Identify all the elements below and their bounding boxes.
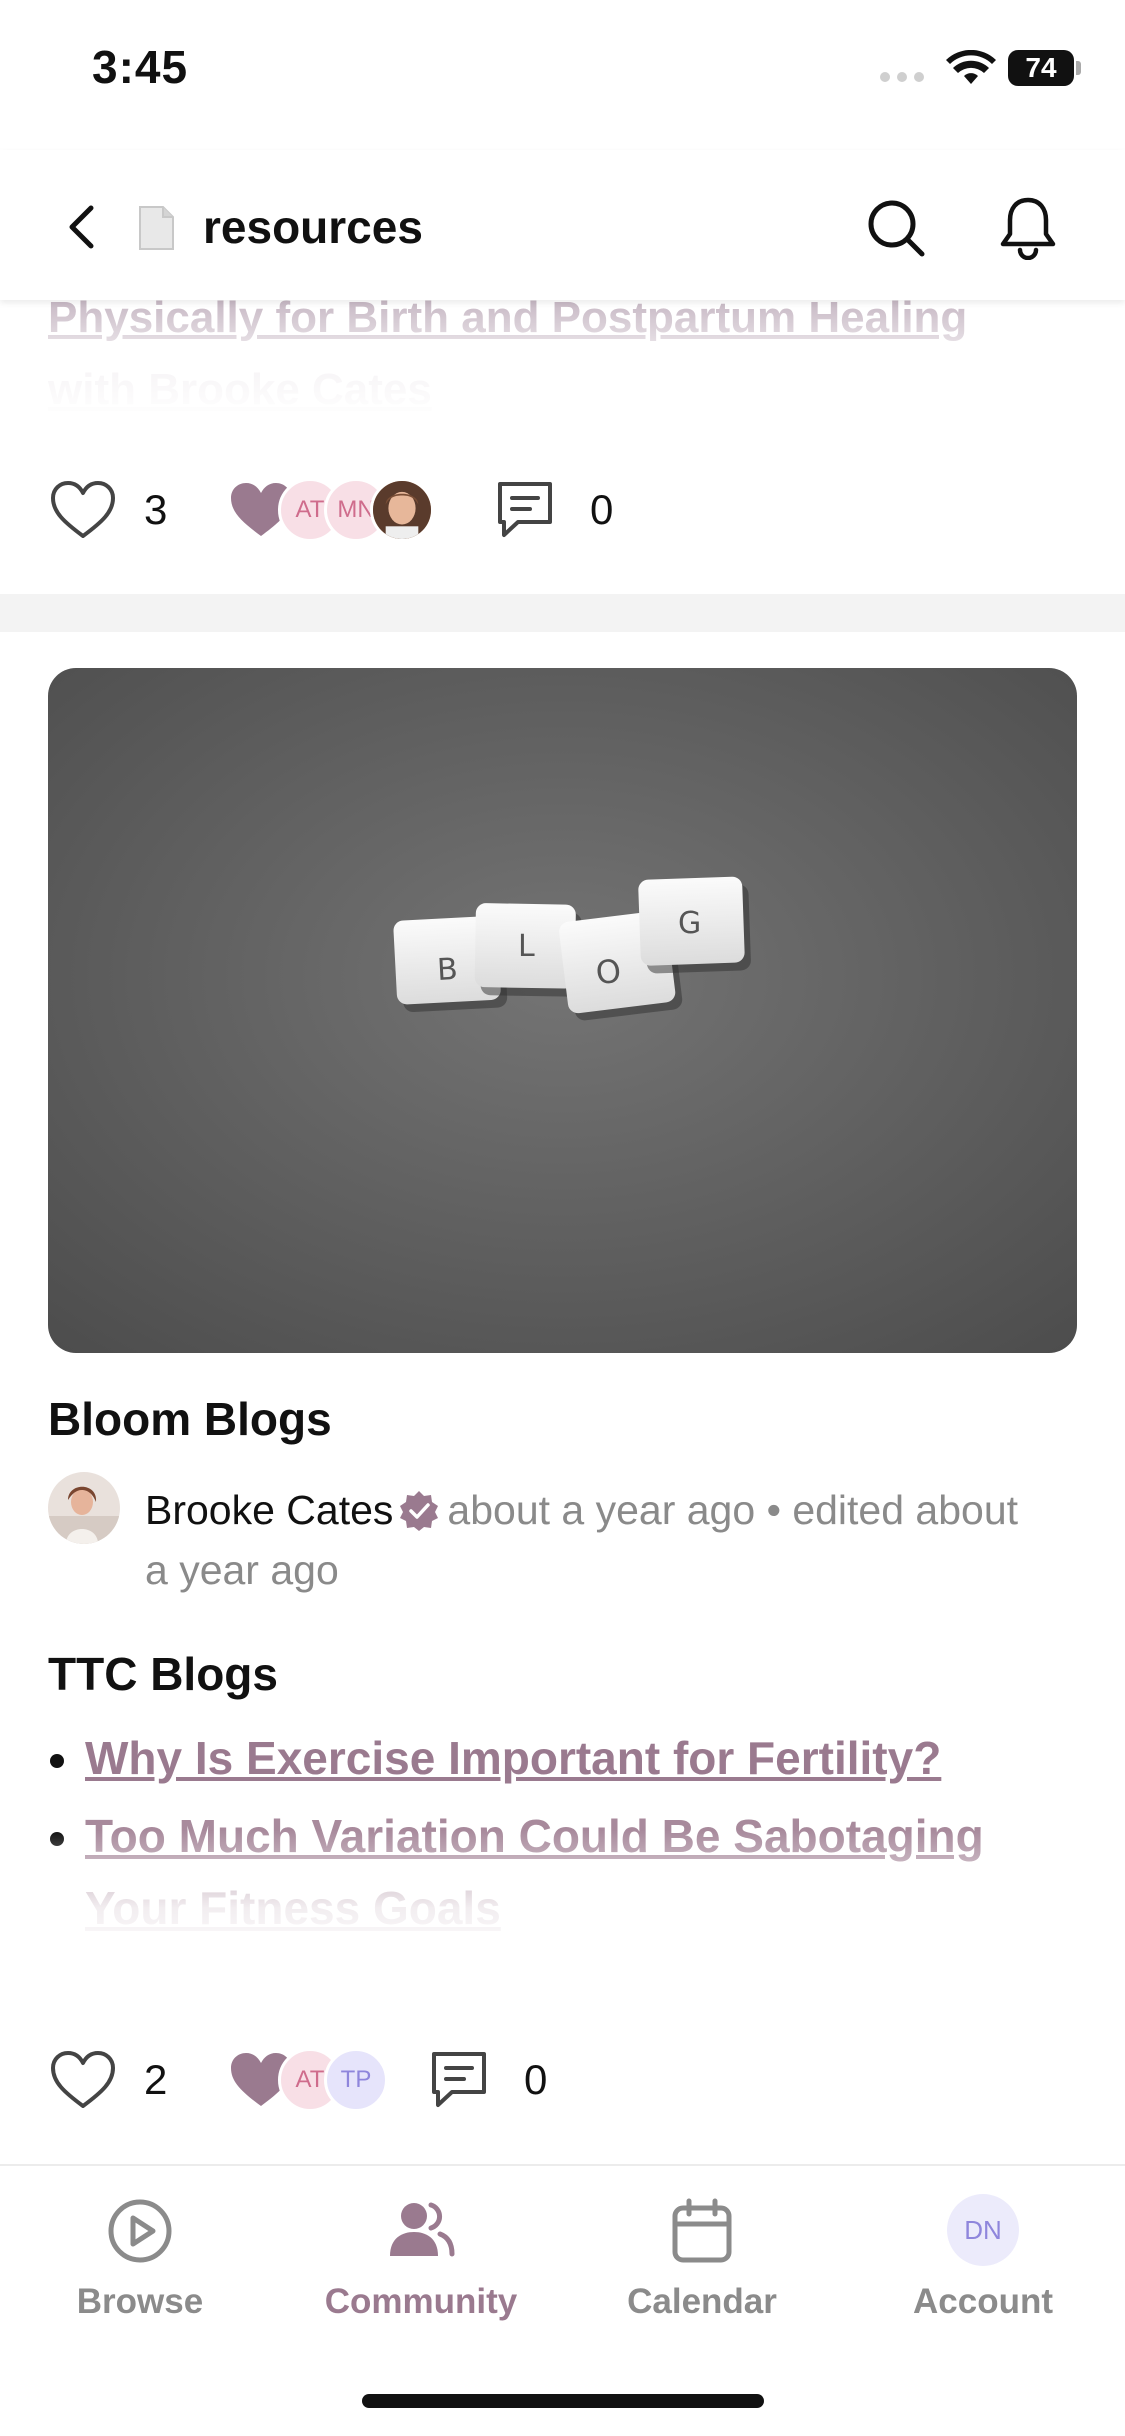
reactor-avatar: TP [324, 2048, 388, 2112]
tile-letter: G [678, 906, 701, 941]
battery-icon: 74 [1008, 50, 1081, 86]
comment-icon[interactable] [492, 478, 558, 542]
comment-count: 0 [590, 486, 614, 533]
home-indicator[interactable] [362, 2394, 764, 2408]
top-app-bar: resources [0, 150, 1125, 300]
bell-icon[interactable] [996, 194, 1060, 260]
people-icon [390, 2202, 455, 2257]
like-heart-icon[interactable] [48, 2048, 118, 2112]
list-item: Too Much Variation Could Be Sabotaging Y… [48, 1800, 1078, 1944]
cellular-signal-icon [880, 72, 924, 82]
play-circle-icon [108, 2199, 172, 2263]
post-title[interactable]: Bloom Blogs [48, 1392, 332, 1446]
like-count: 2 [144, 2056, 168, 2103]
post-time: about a year ago [447, 1487, 756, 1533]
previous-post-engagement: 3 AT MN 0 [48, 470, 613, 550]
tab-account[interactable]: DN Account [863, 2194, 1103, 2322]
page-title: resources [203, 201, 423, 253]
account-avatar: DN [947, 2194, 1019, 2266]
comment-icon[interactable] [426, 2048, 492, 2112]
reactor-avatar-photo [370, 478, 434, 542]
like-heart-icon[interactable] [48, 478, 118, 542]
author-name[interactable]: Brooke Cates [145, 1487, 393, 1533]
reactors-list[interactable]: AT MN [226, 478, 434, 542]
list-item: Why Is Exercise Important for Fertility? [48, 1722, 1078, 1794]
status-time: 3:45 [92, 41, 189, 93]
tab-label: Browse [76, 2282, 204, 2321]
section-heading: TTC Blogs [48, 1648, 278, 1700]
previous-post-title-line-2: with Brooke Cates [48, 365, 432, 414]
blog-link[interactable]: Why Is Exercise Important for Fertility? [85, 1732, 941, 1784]
author-avatar[interactable] [48, 1472, 120, 1544]
search-icon[interactable] [864, 196, 928, 260]
post-divider [0, 594, 1125, 632]
back-chevron-icon[interactable] [58, 200, 108, 254]
tile-letter: L [518, 929, 535, 964]
verified-badge-icon [400, 1491, 439, 1531]
tile-letter: B [436, 952, 458, 988]
tile-letter: O [594, 952, 624, 993]
blog-link-list: Why Is Exercise Important for Fertility?… [48, 1722, 1078, 1950]
battery-level: 74 [1008, 50, 1074, 86]
reactors-list[interactable]: AT TP [226, 2048, 388, 2112]
like-count: 3 [144, 486, 168, 533]
tab-calendar[interactable]: Calendar [582, 2196, 822, 2322]
meta-separator: • [766, 1487, 781, 1533]
author-meta: Brooke Cates about a year ago • edited a… [145, 1480, 1045, 1600]
tab-label: Account [913, 2282, 1053, 2321]
document-icon [139, 206, 174, 250]
status-bar: 3:45 74 [0, 0, 1125, 140]
blog-link[interactable]: Too Much Variation Could Be Sabotaging Y… [85, 1810, 984, 1934]
comment-count: 0 [524, 2056, 548, 2103]
tab-community[interactable]: Community [301, 2196, 541, 2322]
tab-label: Calendar [627, 2282, 777, 2321]
calendar-icon [672, 2198, 732, 2263]
tab-browse[interactable]: Browse [20, 2196, 260, 2322]
post-hero-image[interactable]: B L O G [48, 668, 1077, 1353]
tab-label: Community [324, 2282, 518, 2321]
post-engagement: 2 AT TP 0 [48, 2040, 547, 2120]
wifi-icon [946, 50, 996, 84]
previous-post-link[interactable]: Physically for Birth and Postpartum Heal… [48, 282, 1078, 426]
